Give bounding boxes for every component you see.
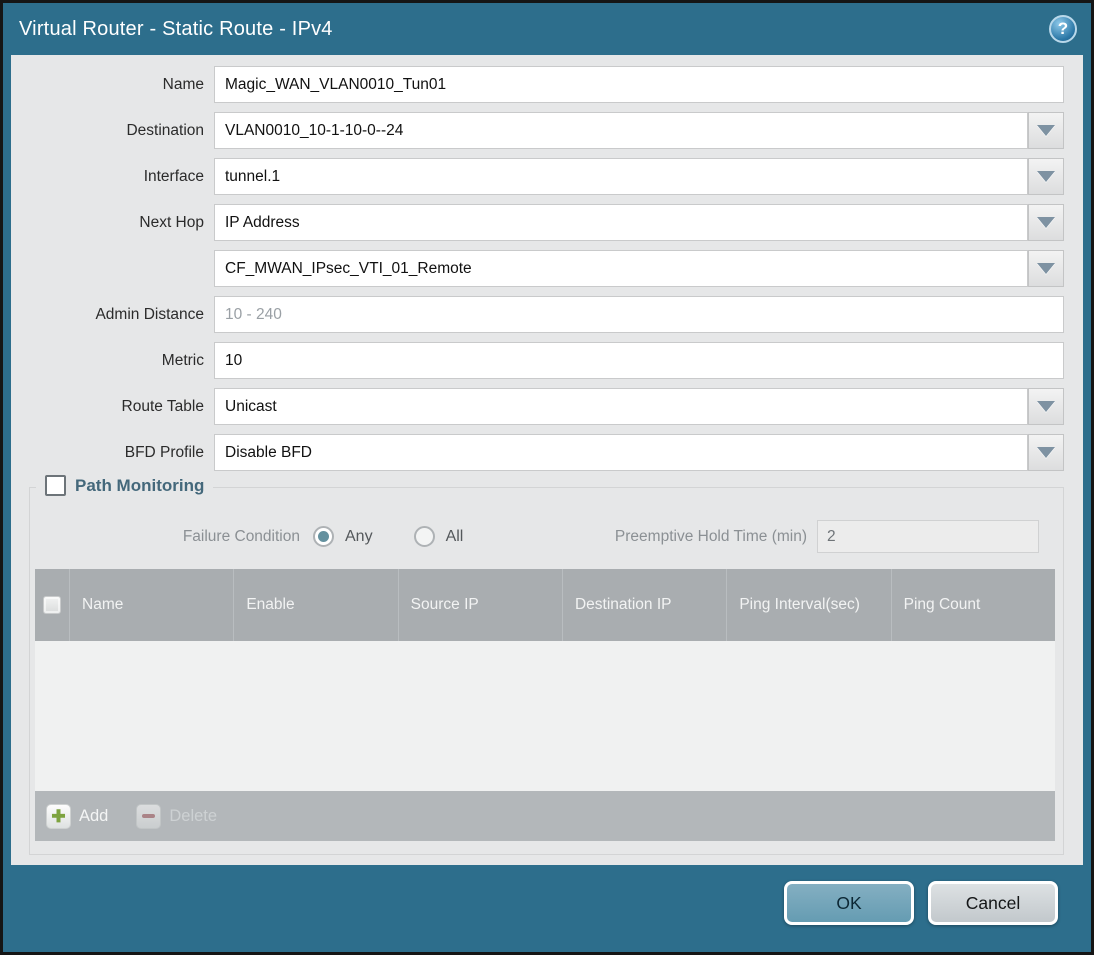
column-header-name[interactable]: Name [70,569,235,641]
column-header-ping-count[interactable]: Ping Count [892,569,1055,641]
admin-distance-row: Admin Distance [11,296,1064,333]
metric-label: Metric [161,352,204,369]
column-header-source-ip[interactable]: Source IP [399,569,563,641]
table-header: Name Enable Source IP Destination IP Pin… [35,569,1055,641]
dialog-titlebar: Virtual Router - Static Route - IPv4 ? [3,3,1091,55]
name-input[interactable] [214,66,1064,103]
route-table-dropdown-button[interactable] [1028,388,1064,425]
failure-condition-all-radio[interactable] [413,526,435,547]
destination-input[interactable] [214,112,1028,149]
next-hop-label: Next Hop [139,214,204,231]
cancel-button[interactable]: Cancel [928,881,1058,925]
interface-row: Interface [11,158,1064,195]
failure-condition-any-label: Any [345,527,373,545]
chevron-down-icon [1037,447,1055,458]
bfd-profile-input[interactable] [214,434,1028,471]
interface-dropdown-button[interactable] [1028,158,1064,195]
next-hop-address-dropdown-button[interactable] [1028,250,1064,287]
route-table-label: Route Table [121,398,204,415]
failure-condition-radio-group: Any All [313,526,463,547]
dialog-title: Virtual Router - Static Route - IPv4 [19,17,333,40]
column-header-enable[interactable]: Enable [234,569,399,641]
table-footer: ✚ Add Delete [35,791,1055,841]
interface-label: Interface [143,168,204,185]
path-monitoring-title: Path Monitoring [75,475,205,495]
destination-label: Destination [126,122,204,139]
help-icon[interactable]: ? [1049,15,1077,43]
plus-icon: ✚ [46,803,71,829]
next-hop-row: Next Hop [11,204,1064,241]
dialog-footer: OK Cancel [3,865,1091,952]
column-header-ping-interval[interactable]: Ping Interval(sec) [727,569,892,641]
failure-condition-all-label: All [445,527,464,545]
metric-input[interactable] [214,342,1064,379]
delete-button[interactable]: Delete [136,803,218,829]
admin-distance-input[interactable] [214,296,1064,333]
interface-input[interactable] [214,158,1028,195]
failure-condition-any-radio[interactable] [313,526,334,547]
minus-icon [136,803,162,829]
add-button[interactable]: ✚ Add [46,803,109,829]
add-button-label: Add [79,806,109,825]
next-hop-address-input[interactable] [214,250,1028,287]
chevron-down-icon [1037,217,1055,228]
failure-condition-row: Failure Condition Any All Preemptive Hol… [30,520,1039,553]
path-monitoring-legend: Path Monitoring [36,475,214,496]
next-hop-type-input[interactable] [214,204,1028,241]
preemptive-hold-time-input[interactable] [817,520,1039,553]
preemptive-hold-time-group: Preemptive Hold Time (min) [615,520,1039,553]
select-all-checkbox[interactable] [43,596,61,614]
dialog-body: Name Destination Interface [11,55,1083,865]
route-table-row: Route Table [11,388,1064,425]
column-header-destination-ip[interactable]: Destination IP [563,569,728,641]
ok-button[interactable]: OK [784,881,914,925]
path-monitoring-section: Path Monitoring Failure Condition Any Al… [29,475,1064,855]
bfd-profile-label: BFD Profile [124,444,204,461]
next-hop-type-dropdown-button[interactable] [1028,204,1064,241]
bfd-profile-row: BFD Profile [11,434,1064,471]
next-hop-address-label [11,250,214,287]
path-monitoring-checkbox[interactable] [45,475,66,496]
help-glyph: ? [1057,19,1069,38]
destination-dropdown-button[interactable] [1028,112,1064,149]
table-body-empty [35,641,1055,791]
destination-row: Destination [11,112,1064,149]
table-header-checkbox-cell [35,569,70,641]
admin-distance-label: Admin Distance [95,306,204,323]
route-table-input[interactable] [214,388,1028,425]
chevron-down-icon [1037,171,1055,182]
static-route-dialog: Virtual Router - Static Route - IPv4 ? N… [0,0,1094,955]
chevron-down-icon [1037,263,1055,274]
bfd-profile-dropdown-button[interactable] [1028,434,1064,471]
preemptive-hold-time-label: Preemptive Hold Time (min) [614,527,807,545]
failure-condition-label: Failure Condition [182,527,300,545]
path-monitoring-table: Name Enable Source IP Destination IP Pin… [35,569,1055,841]
delete-button-label: Delete [169,806,218,825]
chevron-down-icon [1037,401,1055,412]
metric-row: Metric [11,342,1064,379]
name-row: Name [11,66,1064,103]
chevron-down-icon [1037,125,1055,136]
next-hop-address-row [11,250,1064,287]
name-label: Name [162,76,204,93]
